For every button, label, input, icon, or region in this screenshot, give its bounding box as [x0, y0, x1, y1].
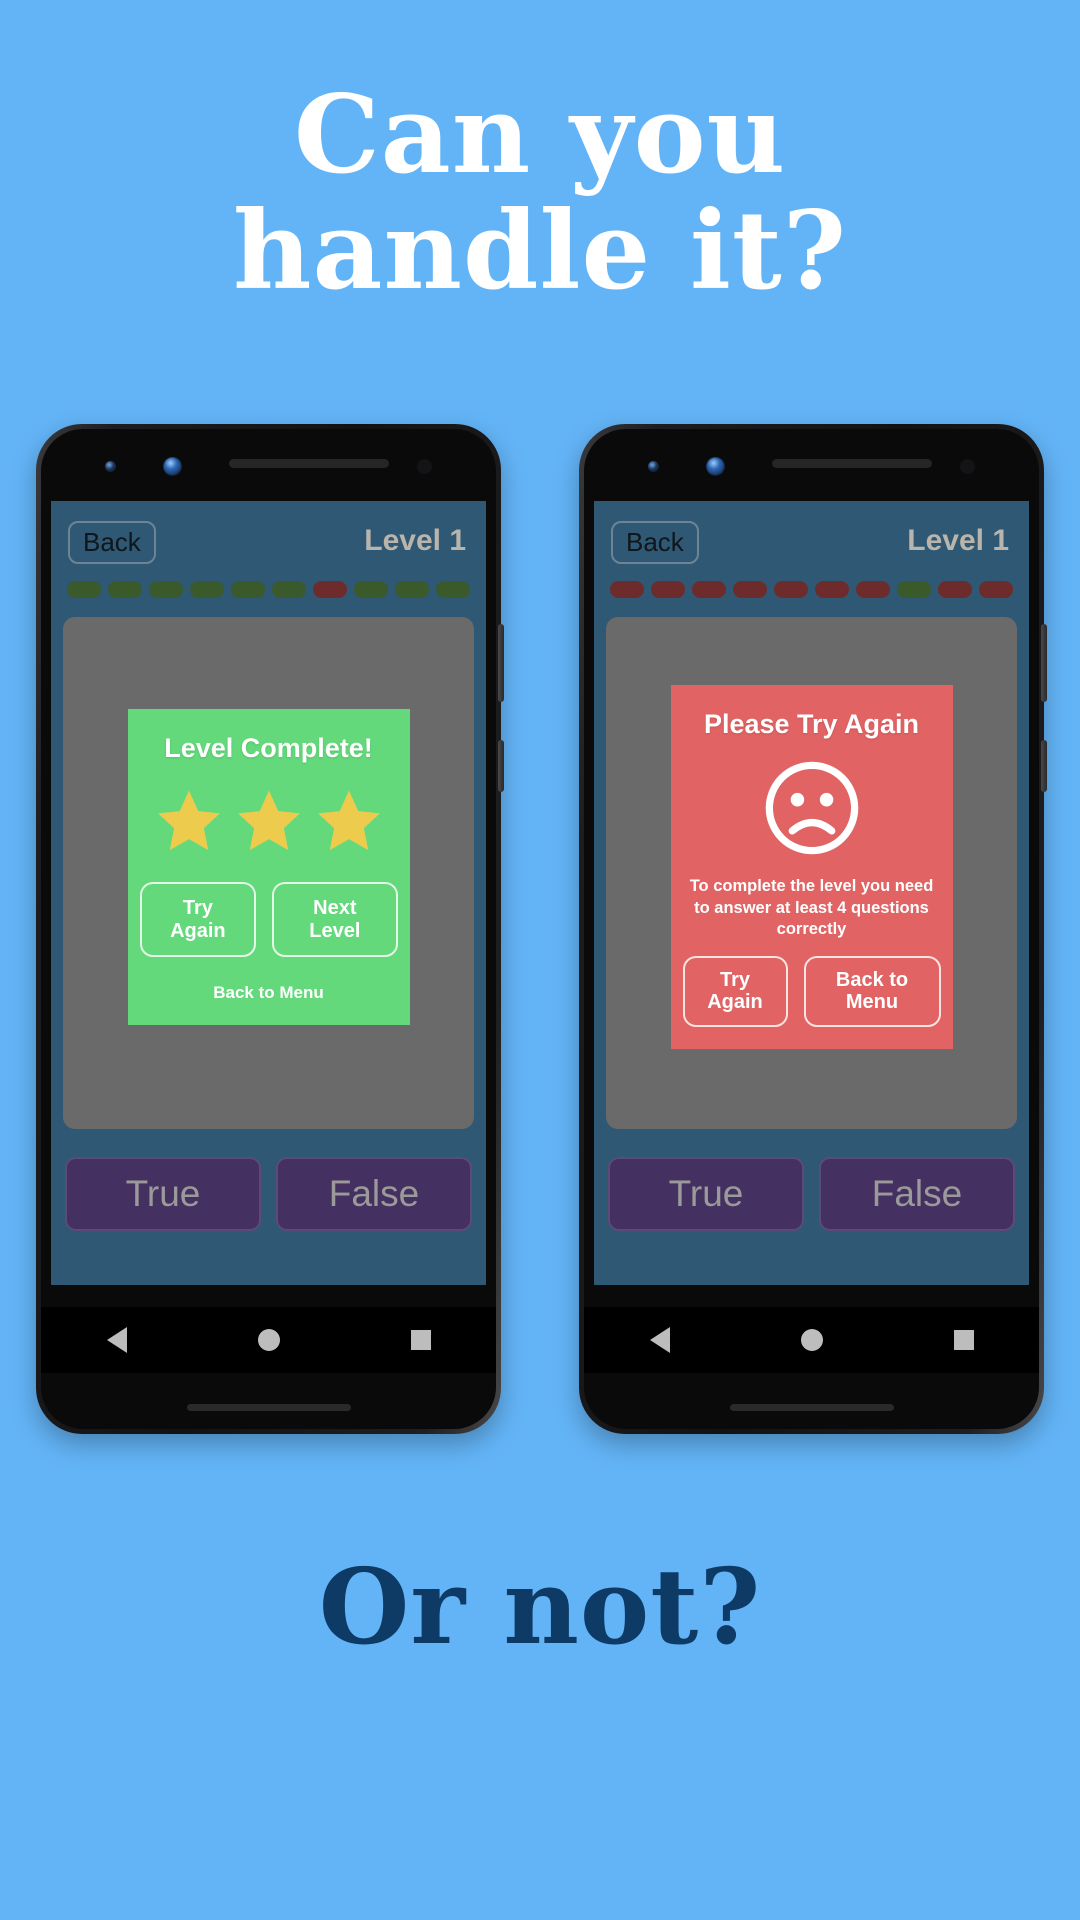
phone-chin-speaker-right: [729, 1404, 894, 1411]
back-button-left[interactable]: Back: [68, 521, 156, 564]
fail-message: To complete the level you need to answer…: [689, 877, 934, 938]
back-to-menu-button[interactable]: Back to Menu: [803, 955, 941, 1027]
square-recents-icon[interactable]: [953, 1330, 974, 1350]
headline-bottom: Or not?: [318, 1545, 762, 1668]
progress-dot: [395, 581, 429, 598]
front-camera-icon: [163, 457, 182, 476]
triangle-back-icon[interactable]: [106, 1327, 127, 1353]
progress-dot: [610, 581, 644, 598]
dialog-buttons-left: Try Again Next Level: [139, 882, 398, 957]
progress-dot: [897, 581, 931, 598]
level-label-left: Level 1: [364, 524, 466, 557]
progress-dots-left: [51, 581, 486, 603]
phone-left-body: Back Level 1 Level Complete! Try Again N…: [41, 429, 496, 1429]
phone-chin-speaker-left: [186, 1404, 351, 1411]
app-header-left: Back Level 1: [51, 501, 486, 581]
back-button-right[interactable]: Back: [611, 521, 699, 564]
progress-dot: [231, 581, 265, 598]
progress-dot: [938, 581, 972, 598]
question-panel-left: Level Complete! Try Again Next Level Bac…: [63, 617, 474, 1129]
progress-dot: [815, 581, 849, 598]
power-button-right[interactable]: [1041, 624, 1047, 702]
answer-buttons-left: True False: [51, 1157, 486, 1231]
power-button-left[interactable]: [498, 624, 504, 702]
app-header-right: Back Level 1: [594, 501, 1029, 581]
progress-dot: [190, 581, 224, 598]
progress-dot: [733, 581, 767, 598]
true-button-left[interactable]: True: [65, 1157, 261, 1231]
true-button-right[interactable]: True: [608, 1157, 804, 1231]
try-again-button-left[interactable]: Try Again: [139, 882, 257, 957]
app-screen-left: Back Level 1 Level Complete! Try Again N…: [51, 501, 486, 1285]
volume-button-left[interactable]: [498, 740, 504, 792]
progress-dot: [774, 581, 808, 598]
try-again-dialog: Please Try Again To complete the level y…: [670, 685, 953, 1049]
progress-dot: [651, 581, 685, 598]
progress-dot: [436, 581, 470, 598]
dialog-title-right: Please Try Again: [703, 709, 920, 740]
question-panel-right: Please Try Again To complete the level y…: [606, 617, 1017, 1129]
star-rating: [140, 786, 398, 856]
sensor-camera-icon: [648, 461, 659, 472]
square-recents-icon[interactable]: [410, 1330, 431, 1350]
android-nav-bar-right: [584, 1307, 1039, 1373]
headline-top-line-2: handle it?: [232, 187, 848, 314]
try-again-button-right[interactable]: Try Again: [682, 955, 788, 1027]
false-button-right[interactable]: False: [819, 1157, 1015, 1231]
app-screen-right: Back Level 1 Please Try Again To complet…: [594, 501, 1029, 1285]
volume-button-right[interactable]: [1041, 740, 1047, 792]
earpiece-speaker-icon: [772, 459, 932, 468]
phone-left: Back Level 1 Level Complete! Try Again N…: [36, 424, 504, 1434]
progress-dot: [149, 581, 183, 598]
triangle-back-icon[interactable]: [649, 1327, 670, 1353]
proximity-sensor-icon: [960, 459, 975, 474]
false-button-left[interactable]: False: [276, 1157, 472, 1231]
answer-buttons-right: True False: [594, 1157, 1029, 1231]
sensor-camera-icon: [105, 461, 116, 472]
circle-home-icon[interactable]: [257, 1329, 280, 1351]
android-nav-bar-left: [41, 1307, 496, 1373]
star-icon: [157, 790, 220, 851]
star-icon: [317, 790, 380, 851]
star-icon: [237, 790, 300, 851]
back-to-menu-link[interactable]: Back to Menu: [140, 983, 398, 1003]
progress-dot: [354, 581, 388, 598]
front-camera-icon: [706, 457, 725, 476]
progress-dot: [272, 581, 306, 598]
level-complete-dialog: Level Complete! Try Again Next Level Bac…: [127, 709, 410, 1025]
phone-left-top-bezel: [51, 433, 486, 501]
sad-face-icon: [765, 762, 858, 855]
dialog-buttons-right: Try Again Back to Menu: [682, 955, 941, 1027]
earpiece-speaker-icon: [229, 459, 389, 468]
circle-home-icon[interactable]: [800, 1329, 823, 1351]
progress-dots-right: [594, 581, 1029, 603]
progress-dot: [108, 581, 142, 598]
progress-dot: [979, 581, 1013, 598]
next-level-button[interactable]: Next Level: [272, 882, 398, 957]
progress-dot: [692, 581, 726, 598]
headline-top: Can you handle it?: [0, 72, 1080, 314]
progress-dot: [856, 581, 890, 598]
dialog-title-left: Level Complete!: [164, 733, 373, 764]
progress-dot: [313, 581, 347, 598]
level-label-right: Level 1: [907, 524, 1009, 557]
phone-right-body: Back Level 1 Please Try Again To complet…: [584, 429, 1039, 1429]
progress-dot: [67, 581, 101, 598]
proximity-sensor-icon: [417, 459, 432, 474]
headline-top-line-1: Can you: [293, 72, 787, 198]
phone-right: Back Level 1 Please Try Again To complet…: [579, 424, 1047, 1434]
phone-right-top-bezel: [594, 433, 1029, 501]
